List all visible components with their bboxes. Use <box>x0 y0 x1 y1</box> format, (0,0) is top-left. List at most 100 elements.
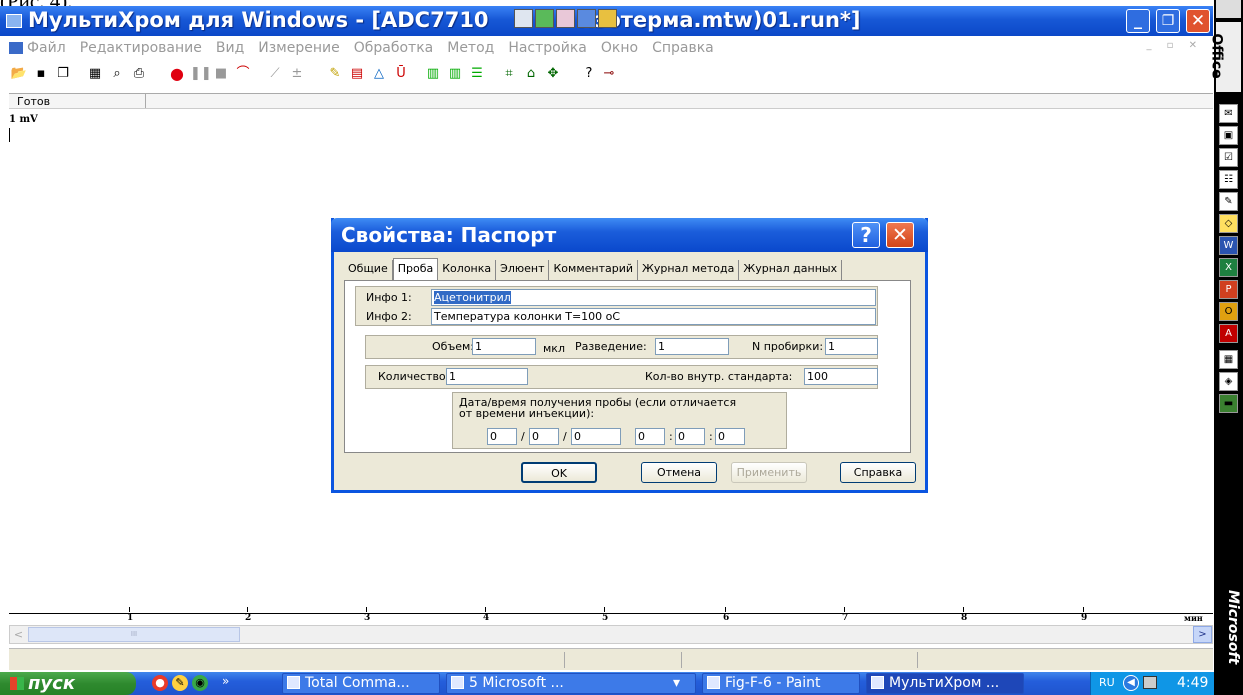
dialog-help-button[interactable]: ? <box>852 222 880 248</box>
calendar-icon[interactable]: ▣ <box>1219 126 1238 145</box>
tab-column[interactable]: Колонка <box>438 260 497 280</box>
time-second-input[interactable]: 0 <box>715 428 745 445</box>
overlay-icon-a[interactable] <box>514 9 533 28</box>
dialog-close-button[interactable]: ✕ <box>886 222 914 248</box>
move-icon[interactable]: ✥ <box>544 65 562 83</box>
task-microsoft-word[interactable]: 5 Microsoft ... ▾ <box>446 673 696 694</box>
overlay-icon-b[interactable] <box>556 9 575 28</box>
tab-method-log[interactable]: Журнал метода <box>638 260 740 280</box>
office-tool-icon-1[interactable]: ▦ <box>1219 350 1238 369</box>
dialog-title-bar[interactable]: Свойства: Паспорт ? ✕ <box>331 218 928 252</box>
tab-sample[interactable]: Проба <box>392 258 439 280</box>
document-icon[interactable] <box>9 42 23 54</box>
office-tool-icon-3[interactable]: ▬ <box>1219 394 1238 413</box>
task-paint[interactable]: Fig-F-6 - Paint <box>702 673 860 694</box>
offset-icon[interactable]: ± <box>288 65 306 83</box>
office-bar-top-icon[interactable] <box>1216 0 1241 18</box>
info2-input[interactable]: Температура колонки Т=100 оС <box>431 308 876 325</box>
menu-measure[interactable]: Измерение <box>258 40 339 56</box>
print-icon[interactable]: ⎙ <box>130 65 148 83</box>
apply-button[interactable]: Применить <box>731 462 807 483</box>
tab-general[interactable]: Общие <box>344 260 393 280</box>
copy-icon[interactable]: ❐ <box>54 65 72 83</box>
horizontal-scrollbar[interactable]: < III > <box>9 625 1213 644</box>
open-icon[interactable]: 📂 <box>10 65 28 83</box>
quicklaunch-media-icon[interactable]: ◉ <box>192 675 208 691</box>
maximize-button[interactable]: ❐ <box>1156 9 1180 33</box>
pause-icon[interactable]: ❚❚ <box>190 65 212 83</box>
mdi-window-controls[interactable]: _ ▫ ✕ <box>1146 40 1203 51</box>
quicklaunch-browser-icon[interactable]: ● <box>152 675 168 691</box>
date-month-input[interactable]: 0 <box>529 428 559 445</box>
date-year-input[interactable]: 0 <box>571 428 621 445</box>
help-button[interactable]: Справка <box>840 462 916 483</box>
clock[interactable]: 4:49 <box>1177 675 1208 691</box>
menu-edit[interactable]: Редактирование <box>80 40 202 56</box>
mail-icon[interactable]: ✉ <box>1219 104 1238 123</box>
close-button[interactable]: ✕ <box>1186 9 1210 33</box>
office-tool-icon-2[interactable]: ◈ <box>1219 372 1238 391</box>
word-icon[interactable]: W <box>1219 236 1238 255</box>
tray-back-icon[interactable]: ◀ <box>1123 675 1139 691</box>
powerpoint-icon[interactable]: P <box>1219 280 1238 299</box>
folder-icon[interactable]: ◇ <box>1219 214 1238 233</box>
menu-file[interactable]: Файл <box>27 40 66 56</box>
overlay-help-icon[interactable] <box>598 9 617 28</box>
dilution-input[interactable]: 1 <box>655 338 729 355</box>
ok-button[interactable]: OK <box>521 462 597 483</box>
record-icon[interactable]: ● <box>168 65 186 83</box>
internal-standard-input[interactable]: 100 <box>804 368 878 385</box>
tube-icon[interactable]: Ū <box>392 65 410 83</box>
minimize-button[interactable]: _ <box>1126 9 1150 33</box>
layout-icon-1[interactable]: ▥ <box>424 65 442 83</box>
overlay-icon-c[interactable] <box>577 9 596 28</box>
chart-icon[interactable]: ⌗ <box>500 65 518 83</box>
outlook-icon[interactable]: O <box>1219 302 1238 321</box>
tube-number-input[interactable]: 1 <box>825 338 878 355</box>
quicklaunch-tool-icon[interactable]: ✎ <box>172 675 188 691</box>
connect-icon[interactable]: ⌒ <box>234 65 252 83</box>
tab-data-log[interactable]: Журнал данных <box>739 260 843 280</box>
save-icon[interactable]: ▪ <box>32 65 50 83</box>
baseline-icon[interactable]: ⟋ <box>266 65 284 83</box>
office-bar-label[interactable]: Office <box>1209 22 1241 92</box>
task-multichrom[interactable]: МультиХром ... <box>866 673 1024 694</box>
time-hour-input[interactable]: 0 <box>635 428 665 445</box>
preview-icon[interactable]: ▦ <box>86 65 104 83</box>
peaks-icon[interactable]: △ <box>370 65 388 83</box>
layout-icon-3[interactable]: ☰ <box>468 65 486 83</box>
scroll-right-arrow-icon[interactable]: > <box>1193 626 1212 643</box>
task-total-commander[interactable]: Total Comma... <box>282 673 440 694</box>
language-indicator[interactable]: RU <box>1099 676 1115 689</box>
menu-help[interactable]: Справка <box>652 40 714 56</box>
start-button[interactable]: пуск <box>0 672 136 695</box>
quicklaunch-more-chevron-icon[interactable]: » <box>222 674 229 688</box>
app-title-bar[interactable]: МультиХром для Windows - [ADC7710 Изотерм… <box>0 6 1213 36</box>
info1-input[interactable]: Ацетонитрил <box>431 289 876 306</box>
menu-settings[interactable]: Настройка <box>508 40 587 56</box>
zoom-icon[interactable]: ⌕ <box>108 65 126 83</box>
scroll-thumb[interactable]: III <box>28 627 240 642</box>
table-icon[interactable]: ▤ <box>348 65 366 83</box>
layout-icon-2[interactable]: ▥ <box>446 65 464 83</box>
tab-comment[interactable]: Комментарий <box>549 260 639 280</box>
overlay-power-icon[interactable] <box>535 9 554 28</box>
cancel-button[interactable]: Отмена <box>641 462 717 483</box>
task-icon[interactable]: ☑ <box>1219 148 1238 167</box>
note-icon[interactable]: ✎ <box>1219 192 1238 211</box>
contact-icon[interactable]: ☷ <box>1219 170 1238 189</box>
menu-method[interactable]: Метод <box>447 40 494 56</box>
key-icon[interactable]: ⊸ <box>600 65 618 83</box>
tray-monitor-icon[interactable] <box>1143 676 1157 689</box>
edit-method-icon[interactable]: ✎ <box>326 65 344 83</box>
home-icon[interactable]: ⌂ <box>522 65 540 83</box>
help-icon[interactable]: ? <box>580 65 598 83</box>
stop-icon[interactable]: ■ <box>212 65 230 83</box>
menu-window[interactable]: Окно <box>601 40 638 56</box>
amount-input[interactable]: 1 <box>446 368 528 385</box>
menu-view[interactable]: Вид <box>216 40 244 56</box>
access-icon[interactable]: A <box>1219 324 1238 343</box>
excel-icon[interactable]: X <box>1219 258 1238 277</box>
tab-eluent[interactable]: Элюент <box>496 260 550 280</box>
date-day-input[interactable]: 0 <box>487 428 517 445</box>
